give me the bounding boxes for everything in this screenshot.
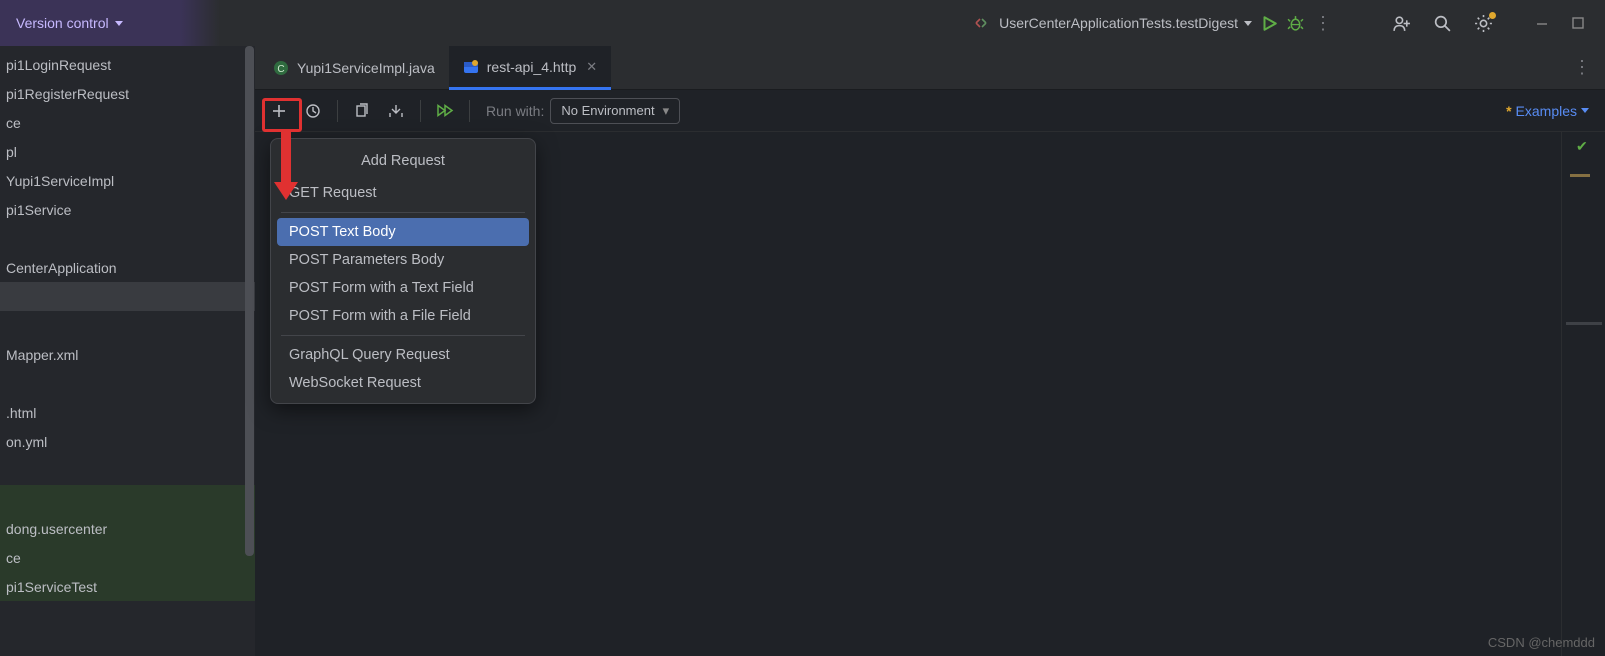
run-config-label: UserCenterApplicationTests.testDigest [999,15,1238,31]
tree-item[interactable]: pi1RegisterRequest [0,79,255,108]
tree-item[interactable]: pl [0,137,255,166]
popup-title: Add Request [271,145,535,179]
popup-item[interactable]: GraphQL Query Request [271,341,535,369]
tree-item[interactable]: pi1Service [0,195,255,224]
examples-dropdown[interactable]: * Examples [1506,103,1595,119]
more-actions-button[interactable]: ⋮ [1314,13,1332,34]
popup-separator [281,335,525,336]
minimize-button[interactable] [1535,16,1549,30]
asterisk-icon: * [1506,103,1511,119]
tree-item[interactable]: .html [0,398,255,427]
code-with-me-icon[interactable] [1392,14,1411,33]
tab-label: Yupi1ServiceImpl.java [297,60,435,76]
popup-item[interactable]: POST Text Body [277,218,529,246]
search-icon[interactable] [1433,14,1452,33]
popup-item[interactable]: POST Form with a File Field [271,302,535,330]
tab-label: rest-api_4.http [487,59,577,75]
tree-item[interactable] [0,311,255,340]
popup-item[interactable]: WebSocket Request [271,369,535,397]
environment-dropdown[interactable]: No Environment ▾ [550,98,680,124]
import-button[interactable] [382,97,410,125]
http-toolbar: Run with: No Environment ▾ * Examples [255,90,1605,132]
warning-marker-icon [1570,174,1590,177]
popup-item[interactable]: GET Request [271,179,535,207]
tree-item[interactable]: dong.usercenter [0,514,255,543]
tree-item[interactable]: ce [0,543,255,572]
tree-item[interactable] [0,224,255,253]
sidebar-scrollbar[interactable] [244,46,255,576]
close-icon[interactable]: ✕ [586,59,597,75]
tabs-menu-button[interactable]: ⋮ [1563,57,1601,78]
settings-icon[interactable] [1474,14,1493,33]
vcs-dropdown[interactable]: Version control [10,15,129,31]
run-with-label: Run with: [486,103,544,119]
tab-rest-tab[interactable]: rest-api_4.http ✕ [449,46,611,90]
tree-item[interactable] [0,456,255,485]
run-all-button[interactable] [431,97,459,125]
tree-item[interactable]: CenterApplication [0,253,255,282]
watermark-text: CSDN @chemddd [1488,635,1595,650]
run-button[interactable] [1262,16,1277,31]
tree-item[interactable]: pi1LoginRequest [0,50,255,79]
tree-item[interactable]: ce [0,108,255,137]
chevron-down-icon [1244,21,1252,26]
editor-minimap[interactable]: ✔ [1561,132,1605,656]
minimap-indicator-icon [1566,322,1602,325]
popup-item[interactable]: POST Form with a Text Field [271,274,535,302]
nav-arrows-icon[interactable] [973,15,989,31]
tree-item[interactable]: on.yml [0,427,255,456]
copy-button[interactable] [348,97,376,125]
chevron-down-icon [115,21,123,26]
run-config-dropdown[interactable]: UserCenterApplicationTests.testDigest [999,15,1252,31]
chevron-down-icon [1581,108,1589,113]
tree-item[interactable] [0,369,255,398]
tree-item[interactable] [0,485,255,514]
run-config-area: UserCenterApplicationTests.testDigest ⋮ [973,13,1332,34]
check-icon: ✔ [1576,138,1588,155]
tab-yupi-tab[interactable]: C Yupi1ServiceImpl.java [259,46,449,89]
notification-dot-icon [1489,12,1496,19]
tree-item[interactable] [0,282,255,311]
maximize-button[interactable] [1571,16,1585,30]
class-icon: C [273,60,289,76]
history-button[interactable] [299,97,327,125]
svg-text:C: C [277,64,284,75]
debug-button[interactable] [1287,15,1304,32]
editor-tabs: C Yupi1ServiceImpl.java rest-api_4.http ✕ ⋮ [255,46,1605,90]
popup-separator [281,212,525,213]
environment-label: No Environment [561,103,654,118]
add-request-button[interactable] [265,97,293,125]
examples-label: Examples [1516,103,1577,119]
tree-item[interactable]: pi1ServiceTest [0,572,255,601]
chevron-down-icon: ▾ [663,103,670,119]
tree-item[interactable]: Yupi1ServiceImpl [0,166,255,195]
project-sidebar[interactable]: pi1LoginRequestpi1RegisterRequestceplYup… [0,46,255,656]
vcs-label: Version control [16,15,109,31]
popup-item[interactable]: POST Parameters Body [271,246,535,274]
add-request-popup: Add Request GET RequestPOST Text BodyPOS… [270,138,536,404]
header-right-icons [1392,14,1595,33]
tree-item[interactable]: Mapper.xml [0,340,255,369]
http-icon [463,59,479,75]
title-bar: Version control UserCenterApplicationTes… [0,0,1605,46]
